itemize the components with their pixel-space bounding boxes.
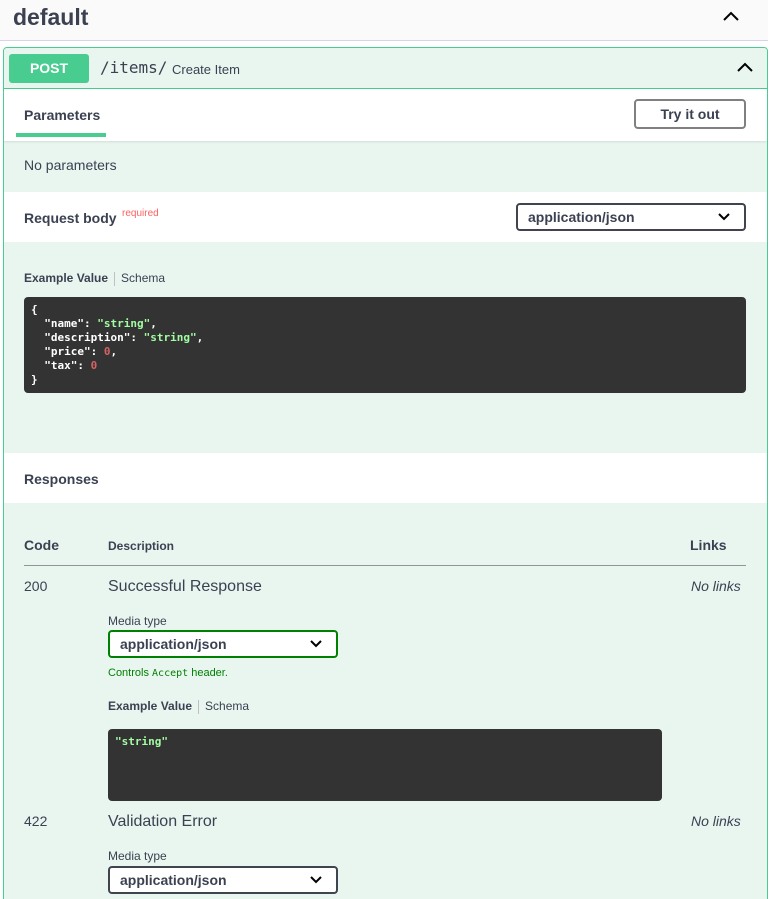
operation-summary[interactable]: POST /items/ Create Item [4, 48, 767, 89]
controls-accept-note: Controls Accept header. [108, 667, 228, 679]
tab-separator [114, 271, 116, 286]
json-comma: , [110, 345, 118, 358]
tag-title: default [13, 4, 89, 30]
operation-path: /items/ [100, 58, 168, 77]
request-content-type-select[interactable]: application/json [516, 203, 746, 231]
response-example-code: "string" [108, 729, 662, 801]
responses-header: Responses [4, 453, 767, 503]
select-value: application/json [120, 636, 227, 652]
required-badge: required [122, 208, 159, 219]
tab-parameters-label: Parameters [24, 107, 101, 123]
json-comma: , [150, 317, 157, 330]
code-line: "name": "string", [31, 317, 739, 331]
json-value: 0 [90, 359, 98, 372]
controls-prefix: Controls [108, 667, 153, 679]
json-key: "name": [31, 317, 98, 330]
request-example-tabs: Example Value Schema [24, 271, 165, 286]
response-example-tabs: Example Value Schema [108, 699, 249, 714]
tab-schema[interactable]: Schema [205, 699, 249, 713]
request-body-header: Request body required application/json [4, 192, 767, 242]
select-value: application/json [528, 209, 635, 225]
response-media-type-select[interactable]: application/json [108, 866, 338, 894]
parameters-header: Parameters Try it out [4, 89, 767, 141]
code-line: "description": "string", [31, 331, 739, 345]
code-line: } [31, 373, 38, 386]
json-comma: , [196, 331, 204, 344]
json-key: "description": [31, 331, 144, 344]
response-description: Validation Error [108, 813, 218, 830]
chevron-down-icon [310, 876, 322, 884]
request-example-code: { "name": "string", "description": "stri… [24, 297, 746, 393]
no-parameters-text: No parameters [24, 157, 117, 173]
tab-underline [16, 133, 106, 137]
code-line: "price": 0, [31, 345, 739, 359]
tab-separator [198, 699, 200, 714]
controls-code: Accept [152, 668, 189, 679]
chevron-down-icon [310, 640, 322, 648]
tag-header[interactable]: default [0, 0, 768, 41]
tab-example-value[interactable]: Example Value [108, 699, 192, 713]
chevron-down-icon [718, 213, 730, 221]
json-value: "string" [143, 331, 197, 344]
response-links: No links [691, 578, 741, 594]
json-key: "tax": [31, 359, 91, 372]
tab-example-value[interactable]: Example Value [24, 271, 108, 285]
select-value: application/json [120, 872, 227, 888]
column-header-links: Links [690, 537, 727, 553]
response-code: 422 [24, 813, 48, 829]
response-links: No links [691, 813, 741, 829]
method-badge: POST [9, 54, 89, 83]
column-header-code: Code [24, 537, 59, 553]
responses-title: Responses [24, 471, 99, 487]
operation-summary-text: Create Item [172, 62, 240, 77]
json-value: "string" [97, 317, 151, 330]
code-line: { [31, 303, 38, 316]
try-it-out-button[interactable]: Try it out [634, 99, 746, 129]
operation-block: POST /items/ Create Item Parameters Try … [3, 47, 768, 899]
column-header-description: Description [108, 539, 175, 553]
chevron-up-icon[interactable] [736, 61, 754, 73]
column-divider [24, 565, 746, 566]
tab-schema[interactable]: Schema [121, 271, 165, 285]
chevron-up-icon[interactable] [722, 10, 740, 22]
media-type-label: Media type [108, 614, 167, 628]
response-code: 200 [24, 578, 48, 594]
json-key: "price": [31, 345, 104, 358]
request-body-title: Request body [24, 210, 117, 226]
tab-parameters[interactable]: Parameters [16, 89, 106, 137]
media-type-label: Media type [108, 849, 167, 863]
response-description: Successful Response [108, 578, 262, 595]
response-media-type-select[interactable]: application/json [108, 630, 338, 658]
example-string: "string" [115, 735, 168, 748]
controls-suffix: header. [188, 667, 228, 679]
code-line: "tax": 0 [31, 359, 739, 373]
